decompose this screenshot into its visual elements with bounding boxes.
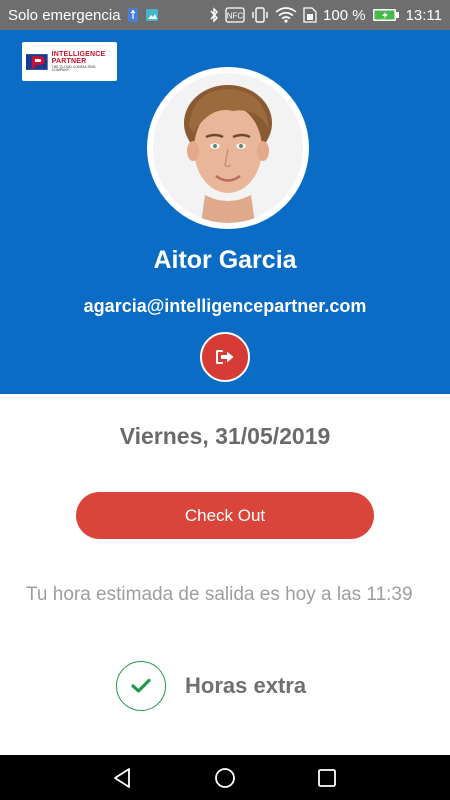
nfc-icon: NFC [225,7,245,23]
back-icon [114,767,130,788]
bluetooth-icon [209,7,219,23]
status-time: 13:11 [405,6,442,24]
avatar [147,67,309,229]
home-icon [215,767,235,788]
intelligence-partner-logo-icon [26,53,48,70]
overtime-label: Horas extra [185,673,307,698]
svg-text:NFC: NFC [227,12,244,21]
recents-icon [318,768,336,787]
estimated-exit-time: Tu hora estimada de salida es hoy a las … [26,584,413,605]
logo-tagline: THE CLOUD CONSULTING COMPANY [51,64,96,72]
company-logo: INTELLIGENCE PARTNER THE CLOUD CONSULTIN… [22,42,117,81]
user-email: agarcia@intelligencepartner.com [83,296,367,316]
check-out-button[interactable]: Check Out [76,492,374,539]
back-button[interactable] [111,766,135,790]
check-icon [131,678,151,693]
status-bar: Solo emergencia NFC 100 % 13:11 [0,0,450,30]
sim-icon [303,7,317,23]
current-date: Viernes, 31/05/2019 [119,423,331,449]
home-button[interactable] [213,766,237,790]
logo-line-2: PARTNER [51,57,87,65]
profile-header: INTELLIGENCE PARTNER THE CLOUD CONSULTIN… [0,30,450,394]
wifi-icon [275,7,297,23]
user-name: Aitor Garcia [153,246,297,274]
sign-out-icon [216,350,234,364]
logout-button[interactable] [200,332,250,382]
vibrate-icon [251,7,269,23]
avatar-photo [153,73,303,223]
overtime-toggle[interactable] [116,661,166,711]
battery-charging-icon [372,7,400,23]
image-icon [145,8,159,22]
logo-line-1: INTELLIGENCE [51,50,106,58]
usb-icon [127,7,139,23]
system-nav-bar [0,755,450,800]
battery-percent: 100 % [323,6,366,24]
recents-button[interactable] [315,766,339,790]
overtime-option: Horas extra [116,661,306,711]
carrier-label: Solo emergencia [8,6,121,24]
